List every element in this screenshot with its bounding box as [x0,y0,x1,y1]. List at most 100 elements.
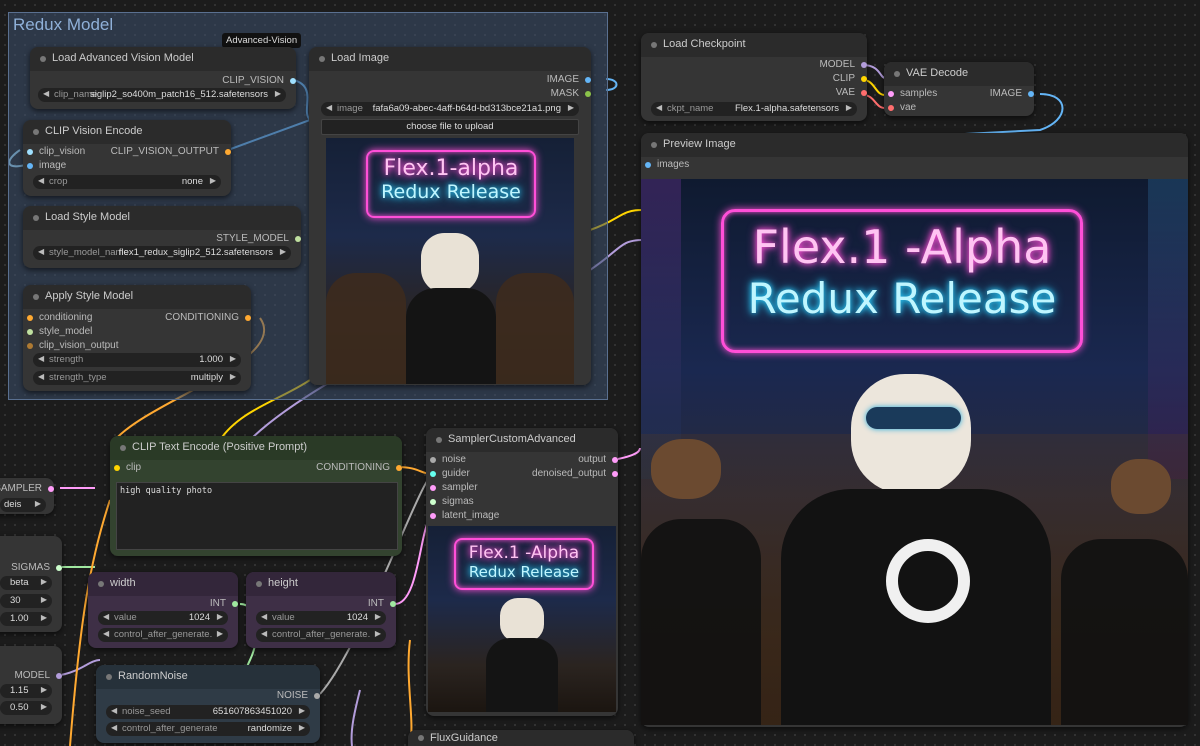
load-style-model-node[interactable]: Load Style Model STYLE_MODEL ◀ style_mode… [23,206,301,268]
output-dot-icon[interactable] [48,486,54,492]
input-dot-icon[interactable] [27,149,33,155]
arrow-left-icon[interactable]: ◀ [103,612,109,621]
arrow-right-icon[interactable]: ▶ [375,612,381,621]
output-mask[interactable]: MASK [551,88,591,99]
arrow-right-icon[interactable]: ▶ [217,629,223,638]
input-samples[interactable]: samples [888,88,937,99]
load-advanced-vision-model-node[interactable]: Load Advanced Vision Model CLIP_VISION ◀… [30,47,296,109]
crop-combo[interactable]: ◀ crop none ▶ [33,175,221,189]
node-title-bar[interactable]: Load Image [309,47,591,71]
node-title-bar[interactable]: Load Style Model [23,206,301,230]
collapse-dot-icon[interactable] [319,56,325,62]
collapse-dot-icon[interactable] [33,129,39,135]
load-checkpoint-node[interactable]: Load Checkpoint MODEL CLIP VAE ◀ ckpt_nam… [641,33,867,121]
output-dot-icon[interactable] [861,76,867,82]
input-dot-icon[interactable] [27,329,33,335]
node-title-bar[interactable]: Preview Image [641,133,1188,157]
height-node[interactable]: height INT ◀ value 1024 ▶ ◀ control_after_ge… [246,572,396,648]
output-int[interactable]: INT [368,598,396,609]
arrow-right-icon[interactable]: ▶ [41,685,47,694]
collapse-dot-icon[interactable] [436,437,442,443]
arrow-right-icon[interactable]: ▶ [375,629,381,638]
vae-decode-node[interactable]: VAE Decode samples vae IMAGE [884,62,1034,116]
input-sampler[interactable]: sampler [430,482,478,493]
input-dot-icon[interactable] [888,105,894,111]
arrow-left-icon[interactable]: ◀ [111,706,117,715]
arrow-left-icon[interactable]: ◀ [43,89,49,98]
output-dot-icon[interactable] [290,78,296,84]
output-dot-icon[interactable] [232,601,238,607]
arrow-right-icon[interactable]: ▶ [217,612,223,621]
model-sampling-node[interactable]: MODEL 1.15 ▶ 0.50 ▶ [0,646,62,724]
output-model[interactable]: MODEL [819,59,867,70]
height-control-combo[interactable]: ◀ control_after_generate. ▶ [256,628,386,642]
input-dot-icon[interactable] [114,465,120,471]
output-dot-icon[interactable] [612,457,618,463]
output-dot-icon[interactable] [861,62,867,68]
output-dot-icon[interactable] [225,149,231,155]
preview-image-node[interactable]: Preview Image images Flex.1 -Alpha Redux… [641,133,1188,727]
scheduler-node[interactable]: SIGMAS beta ▶ 30 ▶ 1.00 ▶ [0,536,62,632]
output-sampler[interactable]: SAMPLER [0,483,54,494]
base-shift-number[interactable]: 0.50 ▶ [0,701,52,715]
input-sigmas[interactable]: sigmas [430,496,474,507]
style-model-name-combo[interactable]: ◀ style_model_name flex1_redux_siglip2_512… [33,246,291,260]
scheduler-combo[interactable]: beta ▶ [0,576,52,590]
arrow-left-icon[interactable]: ◀ [103,629,109,638]
output-dot-icon[interactable] [314,693,320,699]
input-latent-image[interactable]: latent_image [430,510,499,521]
clip-vision-encode-node[interactable]: CLIP Vision Encode clip_vision image CLI… [23,120,231,196]
output-dot-icon[interactable] [612,471,618,477]
sampler-custom-advanced-node[interactable]: SamplerCustomAdvanced noise guider sampl… [426,428,618,716]
node-title-bar[interactable]: VAE Decode [884,62,1034,86]
node-title-bar[interactable]: Apply Style Model [23,285,251,309]
output-sigmas[interactable]: SIGMAS [11,562,62,573]
input-clip[interactable]: clip [114,462,141,473]
output-dot-icon[interactable] [1028,91,1034,97]
arrow-right-icon[interactable]: ▶ [230,372,236,381]
output-dot-icon[interactable] [585,77,591,83]
output-model[interactable]: MODEL [14,670,62,681]
arrow-left-icon[interactable]: ◀ [38,354,44,363]
arrow-right-icon[interactable]: ▶ [230,354,236,363]
strength-type-combo[interactable]: ◀ strength_type multiply ▶ [33,371,241,385]
arrow-left-icon[interactable]: ◀ [38,176,44,185]
output-dot-icon[interactable] [56,673,62,679]
input-dot-icon[interactable] [27,343,33,349]
collapse-dot-icon[interactable] [894,71,900,77]
width-control-combo[interactable]: ◀ control_after_generate. ▶ [98,628,228,642]
output-dot-icon[interactable] [295,236,301,242]
prompt-textarea[interactable]: high quality photo [116,482,398,550]
output-image[interactable]: IMAGE [547,74,591,85]
output-vae[interactable]: VAE [836,87,867,98]
width-value-number[interactable]: ◀ value 1024 ▶ [98,611,228,625]
output-dot-icon[interactable] [245,315,251,321]
steps-number[interactable]: 30 ▶ [0,594,52,608]
noise-seed-number[interactable]: ◀ noise_seed 651607863451020 ▶ [106,705,310,719]
collapse-dot-icon[interactable] [651,42,657,48]
denoise-number[interactable]: 1.00 ▶ [0,612,52,626]
output-int[interactable]: INT [210,598,238,609]
output-clip[interactable]: CLIP [833,73,867,84]
output-dot-icon[interactable] [585,91,591,97]
arrow-right-icon[interactable]: ▶ [35,499,41,508]
node-title-bar[interactable]: Load Checkpoint [641,33,867,57]
input-dot-icon[interactable] [888,91,894,97]
collapse-dot-icon[interactable] [120,445,126,451]
node-title-bar[interactable]: RandomNoise [96,665,320,689]
apply-style-model-node[interactable]: Apply Style Model conditioning style_mod… [23,285,251,391]
arrow-left-icon[interactable]: ◀ [326,103,332,112]
clip-name-combo[interactable]: ◀ clip_name siglip2_so400m_patch16_512.saf… [38,88,286,102]
collapse-dot-icon[interactable] [33,294,39,300]
flux-guidance-node[interactable]: FluxGuidance [408,730,634,746]
output-noise[interactable]: NOISE [277,690,320,701]
collapse-dot-icon[interactable] [98,581,104,587]
input-vae[interactable]: vae [888,102,916,113]
node-title-bar[interactable]: height [246,572,396,596]
output-conditioning[interactable]: CONDITIONING [316,462,402,473]
arrow-right-icon[interactable]: ▶ [568,103,574,112]
input-image[interactable]: image [27,160,66,171]
sampler-name-combo[interactable]: deis ▶ [0,498,46,512]
input-style-model[interactable]: style_model [27,326,92,337]
collapse-dot-icon[interactable] [33,215,39,221]
